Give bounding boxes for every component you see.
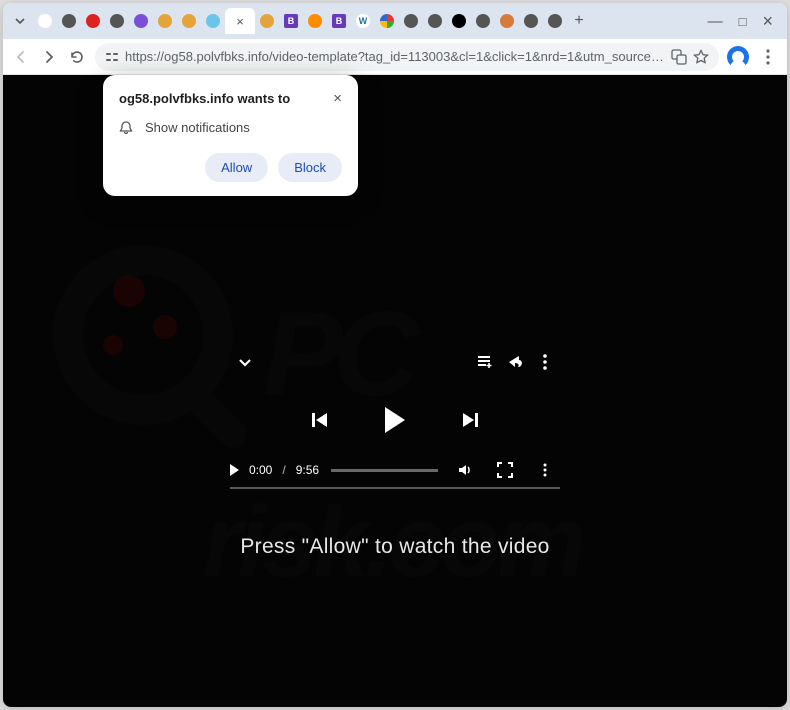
tab[interactable]: [81, 8, 105, 34]
favicon: [206, 14, 220, 28]
next-track-icon[interactable]: [455, 405, 485, 435]
permission-site: og58.polvfbks.info: [119, 91, 234, 106]
favicon: [62, 14, 76, 28]
tab[interactable]: [153, 8, 177, 34]
main-prompt-text: Press "Allow" to watch the video: [3, 535, 787, 559]
translate-icon[interactable]: [671, 49, 687, 65]
tab[interactable]: P: [423, 8, 447, 34]
tab[interactable]: [471, 8, 495, 34]
tab[interactable]: [177, 8, 201, 34]
close-icon[interactable]: ×: [333, 91, 342, 106]
tab[interactable]: B: [279, 8, 303, 34]
favicon: [500, 14, 514, 28]
site-settings-icon[interactable]: [105, 50, 119, 64]
address-bar[interactable]: https://og58.polvfbks.info/video-templat…: [95, 43, 719, 71]
favicon: [158, 14, 172, 28]
forward-button[interactable]: [39, 47, 59, 67]
more-vert-icon[interactable]: [530, 347, 560, 377]
favicon: B: [332, 14, 346, 28]
toolbar: https://og58.polvfbks.info/video-templat…: [3, 39, 787, 75]
bell-icon: [119, 121, 133, 135]
favicon: [452, 14, 466, 28]
favicon: [476, 14, 490, 28]
time-sep: /: [282, 463, 285, 477]
new-tab-button[interactable]: +: [567, 12, 591, 30]
favicon: [110, 14, 124, 28]
permission-line: Show notifications: [145, 120, 250, 135]
tab[interactable]: [543, 8, 567, 34]
favicon: [260, 14, 274, 28]
tab[interactable]: [399, 8, 423, 34]
share-icon[interactable]: [500, 347, 530, 377]
favicon: [86, 14, 100, 28]
permission-popup: og58.polvfbks.info wants to × Show notif…: [103, 75, 358, 196]
favicon: [182, 14, 196, 28]
favicon: [38, 14, 52, 28]
block-button[interactable]: Block: [278, 153, 342, 182]
tab[interactable]: W: [351, 8, 375, 34]
url-text: https://og58.polvfbks.info/video-templat…: [125, 49, 665, 64]
favicon: [548, 14, 562, 28]
permission-title: og58.polvfbks.info wants to: [119, 91, 290, 106]
volume-icon[interactable]: [450, 455, 480, 485]
favicon: [308, 14, 322, 28]
tab[interactable]: [201, 8, 225, 34]
video-player: 0:00 / 9:56: [230, 345, 560, 489]
tab[interactable]: [495, 8, 519, 34]
tab-close-icon[interactable]: ×: [236, 15, 244, 28]
tab[interactable]: B: [327, 8, 351, 34]
favicon: [134, 14, 148, 28]
more-vert-small-icon[interactable]: [530, 455, 560, 485]
bookmark-star-icon[interactable]: [693, 49, 709, 65]
queue-icon[interactable]: [470, 347, 500, 377]
tab-strip: ×BBWP + — □ ×: [3, 3, 787, 39]
favicon: [524, 14, 538, 28]
tab-search-dropdown[interactable]: [9, 10, 31, 32]
tab[interactable]: [255, 8, 279, 34]
tab[interactable]: [129, 8, 153, 34]
play-button[interactable]: [385, 407, 405, 433]
window-controls: — □ ×: [698, 3, 783, 39]
progress-underline: [230, 487, 560, 489]
tab[interactable]: [105, 8, 129, 34]
seek-bar[interactable]: [331, 469, 438, 472]
permission-wants-to: wants to: [234, 91, 290, 106]
favicon: [404, 14, 418, 28]
favicon: B: [284, 14, 298, 28]
tab[interactable]: [303, 8, 327, 34]
previous-track-icon[interactable]: [305, 405, 335, 435]
play-small-icon[interactable]: [230, 464, 239, 476]
favicon: P: [428, 14, 442, 28]
allow-button[interactable]: Allow: [205, 153, 268, 182]
tab[interactable]: [33, 8, 57, 34]
maximize-button[interactable]: □: [739, 14, 747, 29]
chrome-menu-icon[interactable]: [757, 46, 779, 68]
fullscreen-icon[interactable]: [490, 455, 520, 485]
back-button[interactable]: [11, 47, 31, 67]
favicon: W: [356, 14, 370, 28]
chevron-down-icon[interactable]: [230, 347, 260, 377]
close-window-button[interactable]: ×: [762, 11, 773, 32]
time-total: 9:56: [296, 463, 319, 477]
tab[interactable]: [519, 8, 543, 34]
favicon: [380, 14, 394, 28]
minimize-button[interactable]: —: [708, 13, 723, 30]
tab-active[interactable]: ×: [225, 8, 255, 34]
profile-avatar[interactable]: [727, 46, 749, 68]
time-elapsed: 0:00: [249, 463, 272, 477]
tab[interactable]: [375, 8, 399, 34]
reload-button[interactable]: [67, 47, 87, 67]
tab[interactable]: [447, 8, 471, 34]
browser-window: ×BBWP + — □ × https://og58.polvfbks.info…: [3, 3, 787, 707]
tab[interactable]: [57, 8, 81, 34]
